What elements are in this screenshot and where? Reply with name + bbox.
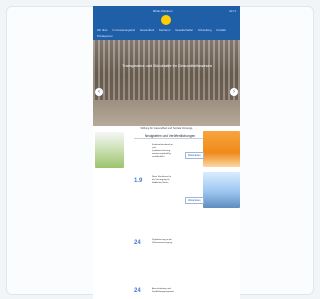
header: Rhön-Klinikum EN ▾ Wir über Im Kostenang…	[93, 6, 240, 40]
news-date: 24	[134, 240, 141, 246]
chevron-right-icon[interactable]: ›	[230, 88, 238, 96]
hero-banner: Transparenz und Bürokratie im Gesundheit…	[93, 40, 240, 126]
promo-image[interactable]	[203, 172, 240, 208]
hero-caption: Stiftung für Gesundheit und Soziale Fürs…	[140, 127, 193, 130]
nav-item[interactable]: Gesundheit	[140, 27, 154, 33]
section-title: Neuigkeiten und Veröffentlichungen	[134, 134, 206, 139]
brand-text: Rhön-Klinikum	[153, 9, 173, 13]
news-text: Krankenhausberichte und Qualitätssicheru…	[152, 144, 173, 158]
logo-icon[interactable]	[161, 15, 171, 25]
nav-item[interactable]: Schnellzug	[198, 27, 212, 33]
chevron-left-icon[interactable]: ‹	[95, 88, 103, 96]
news-date: 1.9	[134, 178, 143, 184]
nav-item[interactable]: Gesellschafter	[175, 27, 193, 33]
nav-item[interactable]: Kontakt	[216, 27, 226, 33]
news-date: 24	[134, 288, 141, 294]
nav-item[interactable]: Privatperson	[97, 33, 113, 39]
hero-title: Transparenz und Bürokratie im Gesundheit…	[122, 63, 212, 68]
news-text: Digitalisierung in der Patientenversorgu…	[152, 239, 173, 244]
website-page: Rhön-Klinikum EN ▾ Wir über Im Kostenang…	[93, 6, 240, 299]
news-thumbnail[interactable]	[95, 132, 124, 168]
main-nav: Wir über Im Kostenangebot Gesundheit Kar…	[97, 27, 239, 39]
news-text: Ausschreibung und Fortbildungsprogramm	[152, 288, 175, 293]
hero-image-floor	[93, 100, 240, 126]
news-text: Neue Strukturen für die Versorgung im lä…	[152, 176, 172, 184]
read-more-link[interactable]: Weiterlesen	[185, 197, 204, 204]
promo-image[interactable]	[203, 131, 240, 167]
language-selector[interactable]: EN ▾	[229, 9, 236, 13]
nav-item[interactable]: Im Kostenangebot	[112, 27, 135, 33]
nav-item[interactable]: Karrieren	[159, 27, 171, 33]
read-more-link[interactable]: Weiterlesen	[185, 152, 204, 159]
